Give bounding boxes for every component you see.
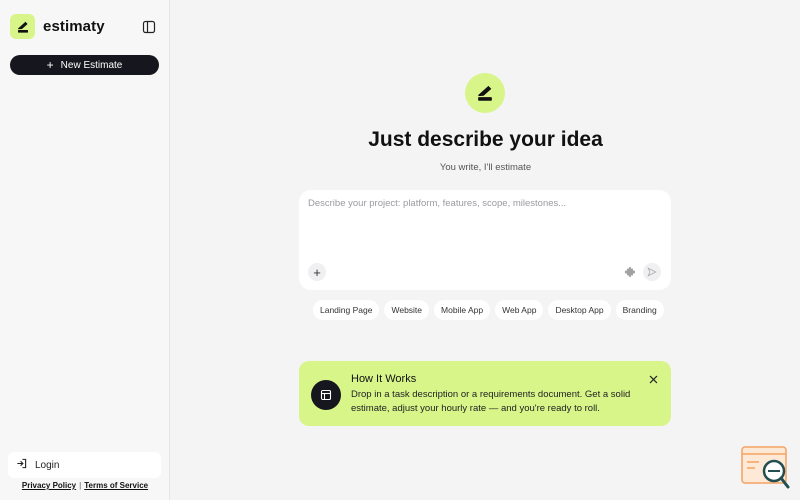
quick-chips: Landing Page Website Mobile App Web App …	[313, 300, 664, 320]
plus-icon: +	[46, 58, 54, 72]
how-it-works-text: Drop in a task description or a requirem…	[351, 389, 631, 414]
sidebar-toggle-icon[interactable]	[140, 18, 158, 36]
chip-landing-page[interactable]: Landing Page	[313, 300, 380, 320]
estimaty-logo-icon	[10, 14, 35, 39]
hero-logo-icon	[465, 73, 505, 113]
new-estimate-button[interactable]: + New Estimate	[10, 55, 159, 75]
close-icon[interactable]	[647, 373, 659, 385]
chip-web-app[interactable]: Web App	[495, 300, 544, 320]
chip-branding[interactable]: Branding	[615, 300, 664, 320]
brand-name: estimaty	[43, 18, 105, 35]
page-subtitle: You write, I'll estimate	[439, 162, 532, 173]
legal-links: Privacy Policy | Terms of Service	[0, 481, 170, 490]
project-description-input[interactable]	[308, 198, 663, 248]
audio-waveform-icon[interactable]	[621, 263, 639, 281]
privacy-policy-link[interactable]: Privacy Policy	[22, 481, 76, 490]
login-label: Login	[35, 459, 60, 471]
composer: +	[299, 190, 671, 290]
new-estimate-label: New Estimate	[60, 59, 123, 71]
chip-mobile-app[interactable]: Mobile App	[434, 300, 491, 320]
how-it-works-card: How It Works Drop in a task description …	[299, 361, 671, 426]
login-icon	[16, 458, 27, 472]
legal-separator: |	[79, 481, 82, 490]
sidebar: estimaty + New Estimate Login Privacy Po…	[0, 0, 170, 500]
how-it-works-title: How It Works	[351, 373, 417, 385]
attach-plus-icon[interactable]: +	[308, 263, 326, 281]
help-widget-icon[interactable]	[741, 446, 791, 490]
terms-of-service-link[interactable]: Terms of Service	[84, 481, 148, 490]
main-area: Just describe your idea You write, I'll …	[171, 0, 800, 500]
chip-desktop-app[interactable]: Desktop App	[548, 300, 611, 320]
brand[interactable]: estimaty	[10, 14, 105, 39]
layout-icon	[311, 380, 341, 410]
page-title: Just describe your idea	[368, 128, 603, 151]
login-button[interactable]: Login	[8, 452, 161, 478]
chip-website[interactable]: Website	[384, 300, 430, 320]
send-icon[interactable]	[643, 263, 661, 281]
